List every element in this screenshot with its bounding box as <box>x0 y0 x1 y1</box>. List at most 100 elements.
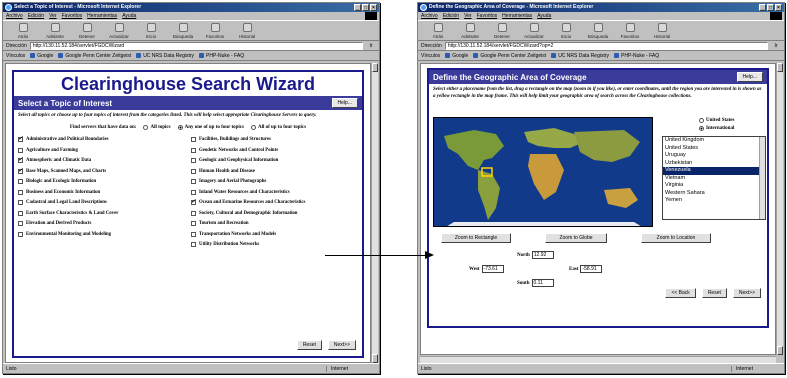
search-button[interactable]: Búsqueda <box>582 21 614 40</box>
help-button[interactable]: Help... <box>331 98 358 108</box>
link-google[interactable]: Google <box>445 53 468 59</box>
listbox-scrollbar[interactable] <box>759 137 765 219</box>
close-icon[interactable]: × <box>775 4 782 11</box>
menu-ver[interactable]: Ver <box>49 12 57 20</box>
topic-checkbox[interactable]: Biologic and Ecologic Information <box>18 177 185 188</box>
zoom-to-location-button[interactable]: Zoom to Location <box>641 233 711 243</box>
vertical-scrollbar[interactable] <box>371 63 378 363</box>
menu-archivo[interactable]: Archivo <box>6 12 23 20</box>
forward-button[interactable]: Adelante <box>454 21 486 40</box>
zoom-to-globe-button[interactable]: Zoom to Globe <box>545 233 607 243</box>
list-item[interactable]: Uruguay <box>663 152 765 160</box>
refresh-button[interactable]: Actualizar <box>518 21 550 40</box>
next-button[interactable]: Next>> <box>732 288 761 298</box>
address-input[interactable]: http://130.11.52.184/servlet/FGDCWizard <box>29 41 363 50</box>
topic-checkbox[interactable]: Base Maps, Scanned Maps, and Charts <box>18 166 185 177</box>
link-uc-nrs-data-registry[interactable]: UC NRS Data Registry <box>551 53 609 59</box>
history-button[interactable]: Historial <box>646 21 678 40</box>
topic-checkbox[interactable]: Business and Economic Information <box>18 187 185 198</box>
back-wizard-button[interactable]: << Back <box>665 288 696 298</box>
menu-edicion[interactable]: Edición <box>443 12 459 20</box>
home-button[interactable]: Inicio <box>550 21 582 40</box>
link-php-nuke-faq[interactable]: PHP-Nuke - FAQ <box>614 53 659 59</box>
topic-checkbox[interactable]: Transportation Networks and Models <box>191 229 358 240</box>
next-button[interactable]: Next>> <box>327 340 356 350</box>
list-item[interactable]: Uzbekistan <box>663 160 765 168</box>
world-map[interactable] <box>433 117 653 227</box>
topic-checkbox[interactable]: Cadastral and Legal Land Descriptions <box>18 198 185 209</box>
topic-checkbox[interactable]: Imagery and Aerial Photographs <box>191 177 358 188</box>
stop-button[interactable]: Detener <box>486 21 518 40</box>
topic-checkbox[interactable]: Administrative and Political Boundaries <box>18 135 185 146</box>
menu-favoritos[interactable]: Favoritos <box>477 12 498 20</box>
topic-checkbox[interactable]: Geologic and Geophysical Information <box>191 156 358 167</box>
vertical-scrollbar[interactable] <box>776 63 783 355</box>
topic-checkbox[interactable]: Inland Water Resources and Characteristi… <box>191 187 358 198</box>
zoom-to-rectangle-button[interactable]: Zoom to Rectangle <box>441 233 511 243</box>
link-google-zeitgeist[interactable]: Google Penn Center Zeitgeist <box>473 53 546 59</box>
back-button[interactable]: Atrás <box>7 21 39 40</box>
topic-checkbox[interactable]: Environmental Monitoring and Modeling <box>18 229 185 240</box>
favorites-button[interactable]: Favoritos <box>614 21 646 40</box>
horizontal-scrollbar[interactable] <box>420 356 776 363</box>
topic-checkbox[interactable]: Society, Cultural and Demographic Inform… <box>191 208 358 219</box>
forward-button[interactable]: Adelante <box>39 21 71 40</box>
menu-ver[interactable]: Ver <box>464 12 472 20</box>
list-item-selected[interactable]: Venezuela <box>663 167 765 175</box>
menu-herramientas[interactable]: Herramientas <box>87 12 117 20</box>
topic-checkbox[interactable]: Human Health and Disease <box>191 166 358 177</box>
menu-favoritos[interactable]: Favoritos <box>62 12 83 20</box>
list-item[interactable]: Western Sahara <box>663 190 765 198</box>
radio-all-topics[interactable]: All topics <box>143 124 171 130</box>
east-input[interactable]: -58.91 <box>580 265 603 273</box>
back-button[interactable]: Atrás <box>422 21 454 40</box>
south-input[interactable]: 0.11 <box>531 279 554 287</box>
maximize-icon[interactable]: □ <box>767 4 774 11</box>
radio-all-of-four-topics[interactable]: All of up to four topics <box>250 124 306 130</box>
topic-checkbox[interactable]: Tourism and Recreation <box>191 219 358 230</box>
minimize-icon[interactable]: _ <box>759 4 766 11</box>
topic-checkbox[interactable]: Utility Distribution Networks <box>191 240 358 251</box>
go-button[interactable]: Ir <box>366 43 376 49</box>
address-input[interactable]: http://130.11.52.184/servlet/FGDCWizard?… <box>444 41 768 50</box>
radio-international[interactable]: International <box>699 126 734 131</box>
link-google-zeitgeist[interactable]: Google Penn Center Zeitgeist <box>58 53 131 59</box>
close-icon[interactable]: × <box>370 4 377 11</box>
home-button[interactable]: Inicio <box>135 21 167 40</box>
north-input[interactable]: 12.92 <box>531 251 554 259</box>
list-item[interactable]: Virginia <box>663 182 765 190</box>
list-item[interactable]: Vietnam <box>663 175 765 183</box>
help-button[interactable]: Help... <box>736 72 763 82</box>
radio-any-one-topic[interactable]: Any one of up to four topics <box>177 124 244 130</box>
maximize-icon[interactable]: □ <box>362 4 369 11</box>
menu-edicion[interactable]: Edición <box>28 12 44 20</box>
link-uc-nrs-data-registry[interactable]: UC NRS Data Registry <box>136 53 194 59</box>
topic-checkbox[interactable]: Ocean and Estuarine Resources and Charac… <box>191 198 358 209</box>
topic-checkbox[interactable]: Elevation and Derived Products <box>18 219 185 230</box>
minimize-icon[interactable]: _ <box>354 4 361 11</box>
menu-ayuda[interactable]: Ayuda <box>537 12 551 20</box>
refresh-button[interactable]: Actualizar <box>103 21 135 40</box>
reset-button[interactable]: Reset <box>296 340 322 350</box>
menu-archivo[interactable]: Archivo <box>421 12 438 20</box>
topic-checkbox[interactable]: Geodetic Networks and Control Points <box>191 145 358 156</box>
go-button[interactable]: Ir <box>771 43 781 49</box>
stop-button[interactable]: Detener <box>71 21 103 40</box>
topic-checkbox[interactable]: Earth Surface Characteristics & Land Cov… <box>18 208 185 219</box>
list-item[interactable]: United States <box>663 145 765 153</box>
reset-button[interactable]: Reset <box>701 288 727 298</box>
topic-checkbox[interactable]: Facilities, Buildings and Structures <box>191 135 358 146</box>
topic-checkbox[interactable]: Atmospheric and Climatic Data <box>18 156 185 167</box>
link-google[interactable]: Google <box>30 53 53 59</box>
link-php-nuke-faq[interactable]: PHP-Nuke - FAQ <box>199 53 244 59</box>
history-button[interactable]: Historial <box>231 21 263 40</box>
menu-herramientas[interactable]: Herramientas <box>502 12 532 20</box>
list-item[interactable]: United Kingdom <box>663 137 765 145</box>
search-button[interactable]: Búsqueda <box>167 21 199 40</box>
favorites-button[interactable]: Favoritos <box>199 21 231 40</box>
list-item[interactable]: Yemen <box>663 197 765 205</box>
placename-listbox[interactable]: United Kingdom United States Uruguay Uzb… <box>662 136 766 220</box>
menu-ayuda[interactable]: Ayuda <box>122 12 136 20</box>
west-input[interactable]: -73.61 <box>481 265 504 273</box>
radio-united-states[interactable]: United States <box>699 118 734 123</box>
